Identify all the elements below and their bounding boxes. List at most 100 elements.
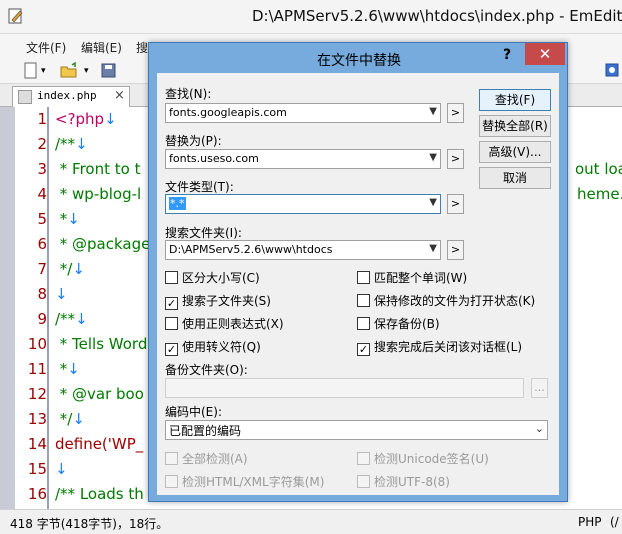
replace-history-button[interactable]: > <box>447 149 464 169</box>
escape-checkbox[interactable]: ✓ 使用转义符(Q) <box>165 338 261 356</box>
newline-marker-icon: ↓ <box>67 210 80 228</box>
tab-close-icon[interactable]: × <box>114 88 125 103</box>
line-number: 13 <box>27 410 47 428</box>
line-number: 11 <box>27 360 47 378</box>
checkbox-box[interactable]: ✓ <box>357 343 370 356</box>
checkbox-box <box>357 475 370 488</box>
newline-marker-icon: ↓ <box>55 460 68 478</box>
code-text: /**↓ <box>55 135 88 153</box>
checkbox-box <box>165 452 178 465</box>
open-folder-icon[interactable] <box>60 62 78 79</box>
status-extra: (/ <box>610 515 619 529</box>
checkbox-box[interactable] <box>357 294 370 307</box>
code-token: * <box>55 360 68 378</box>
code-text: <?php↓ <box>55 110 117 128</box>
folder-value: D:\APMServ5.2.6\www\htdocs <box>169 243 333 256</box>
find-button[interactable]: 查找(F) <box>479 89 551 111</box>
replace-in-files-dialog: 在文件中替换 ? ✕ 查找(N): fonts.googleapis.com ▼… <box>148 42 568 502</box>
filetype-combo[interactable]: *.* ▼ <box>165 194 441 214</box>
title-bar: D:\APMServ5.2.6\www\htdocs\index.php - E… <box>0 0 622 34</box>
code-text-tail: heme. <box>577 185 622 203</box>
chevron-down-icon[interactable]: ▼ <box>429 243 437 254</box>
advanced-button[interactable]: 高级(V)... <box>479 141 551 163</box>
newline-marker-icon: ↓ <box>55 285 68 303</box>
checkbox-box[interactable]: ✓ <box>165 343 178 356</box>
find-value: fonts.googleapis.com <box>169 106 287 119</box>
detect-all-label: 全部检测(A) <box>182 452 248 466</box>
new-dropdown-icon[interactable]: ▾ <box>41 66 59 83</box>
filetype-history-button[interactable]: > <box>447 194 464 214</box>
replace-all-button[interactable]: 替换全部(R) <box>479 115 551 137</box>
folder-browse-button[interactable]: > <box>447 240 464 260</box>
code-token: * Tells Word <box>55 335 148 353</box>
detect-unicode-sig-checkbox: 检测Unicode签名(U) <box>357 450 489 467</box>
checkbox-box <box>165 475 178 488</box>
checkbox-box[interactable] <box>165 317 178 330</box>
emeditor-app-icon[interactable] <box>8 8 24 24</box>
regex-checkbox[interactable]: 使用正则表达式(X) <box>165 315 284 332</box>
php-file-icon <box>18 90 32 104</box>
folder-combo[interactable]: D:\APMServ5.2.6\www\htdocs ▼ <box>165 240 441 260</box>
detect-utf8-checkbox: 检测UTF-8(8) <box>357 473 450 490</box>
detect-all-checkbox: 全部检测(A) <box>165 450 248 467</box>
checkbox-box[interactable] <box>165 271 178 284</box>
chevron-down-icon[interactable]: ⌄ <box>535 422 544 435</box>
line-number: 12 <box>27 385 47 403</box>
code-text: * @var boo <box>55 385 144 403</box>
detect-utf8-label: 检测UTF-8(8) <box>374 475 450 489</box>
save-icon[interactable] <box>100 62 118 79</box>
status-syntax-mode[interactable]: PHP <box>578 515 602 529</box>
code-token: * @var boo <box>55 385 144 403</box>
code-token: define('WP_ <box>55 435 144 453</box>
code-text: ↓ <box>55 460 68 478</box>
newline-marker-icon: ↓ <box>75 310 88 328</box>
filetype-value-wrap: *.* <box>169 197 186 210</box>
keep-open-checkbox[interactable]: 保持修改的文件为打开状态(K) <box>357 292 535 309</box>
tab-index-php[interactable]: index.php × <box>12 86 130 107</box>
filetype-value: *.* <box>169 197 186 210</box>
checkbox-box[interactable] <box>357 271 370 284</box>
match-case-checkbox[interactable]: 区分大小写(C) <box>165 269 260 286</box>
keep-open-label: 保持修改的文件为打开状态(K) <box>374 294 536 308</box>
encoding-select[interactable]: 已配置的编码 ⌄ <box>165 420 548 440</box>
find-combo[interactable]: fonts.googleapis.com ▼ <box>165 103 441 123</box>
chevron-down-icon[interactable]: ▼ <box>429 106 437 117</box>
help-icon[interactable]: ? <box>503 47 511 63</box>
code-text: ↓ <box>55 285 68 303</box>
find-label: 查找(N): <box>165 87 212 101</box>
cancel-button[interactable]: 取消 <box>479 167 551 189</box>
replace-combo[interactable]: fonts.useso.com ▼ <box>165 149 441 169</box>
menu-search[interactable]: 搜 <box>136 39 148 56</box>
toolbar-options-icon[interactable] <box>604 62 622 79</box>
backup-folder-label: 备份文件夹(O): <box>165 363 248 377</box>
folder-label: 搜索文件夹(I): <box>165 226 242 240</box>
menu-file[interactable]: 文件(F) <box>26 39 66 56</box>
encoding-value: 已配置的编码 <box>169 424 242 438</box>
close-after-checkbox[interactable]: ✓ 搜索完成后关闭该对话框(L) <box>357 338 522 356</box>
find-history-button[interactable]: > <box>447 103 464 123</box>
code-text: /** Loads th <box>55 485 144 503</box>
new-file-icon[interactable] <box>22 62 40 79</box>
line-number: 8 <box>37 285 47 303</box>
line-number: 10 <box>27 335 47 353</box>
backup-checkbox[interactable]: 保存备份(B) <box>357 315 440 332</box>
subfolders-checkbox[interactable]: ✓ 搜索子文件夹(S) <box>165 292 271 310</box>
code-token: * @package <box>55 235 151 253</box>
newline-marker-icon: ↓ <box>72 410 85 428</box>
line-number: 1 <box>37 110 47 128</box>
code-token: * Front to t <box>55 160 141 178</box>
code-text: *↓ <box>55 360 80 378</box>
chevron-down-icon[interactable]: ▼ <box>429 152 437 163</box>
checkbox-box[interactable]: ✓ <box>165 297 178 310</box>
checkbox-box[interactable] <box>357 317 370 330</box>
dialog-title-bar: 在文件中替换 ? ✕ <box>149 43 567 73</box>
replace-value: fonts.useso.com <box>169 152 259 165</box>
dialog-title: 在文件中替换 <box>317 53 401 69</box>
menu-edit[interactable]: 编辑(E) <box>81 39 122 56</box>
code-text: *↓ <box>55 210 80 228</box>
dialog-close-icon[interactable]: ✕ <box>525 43 565 65</box>
chevron-down-icon[interactable]: ▼ <box>429 197 437 208</box>
backup-folder-input <box>165 378 524 398</box>
backup-label: 保存备份(B) <box>374 317 440 331</box>
whole-word-checkbox[interactable]: 匹配整个单词(W) <box>357 269 467 286</box>
